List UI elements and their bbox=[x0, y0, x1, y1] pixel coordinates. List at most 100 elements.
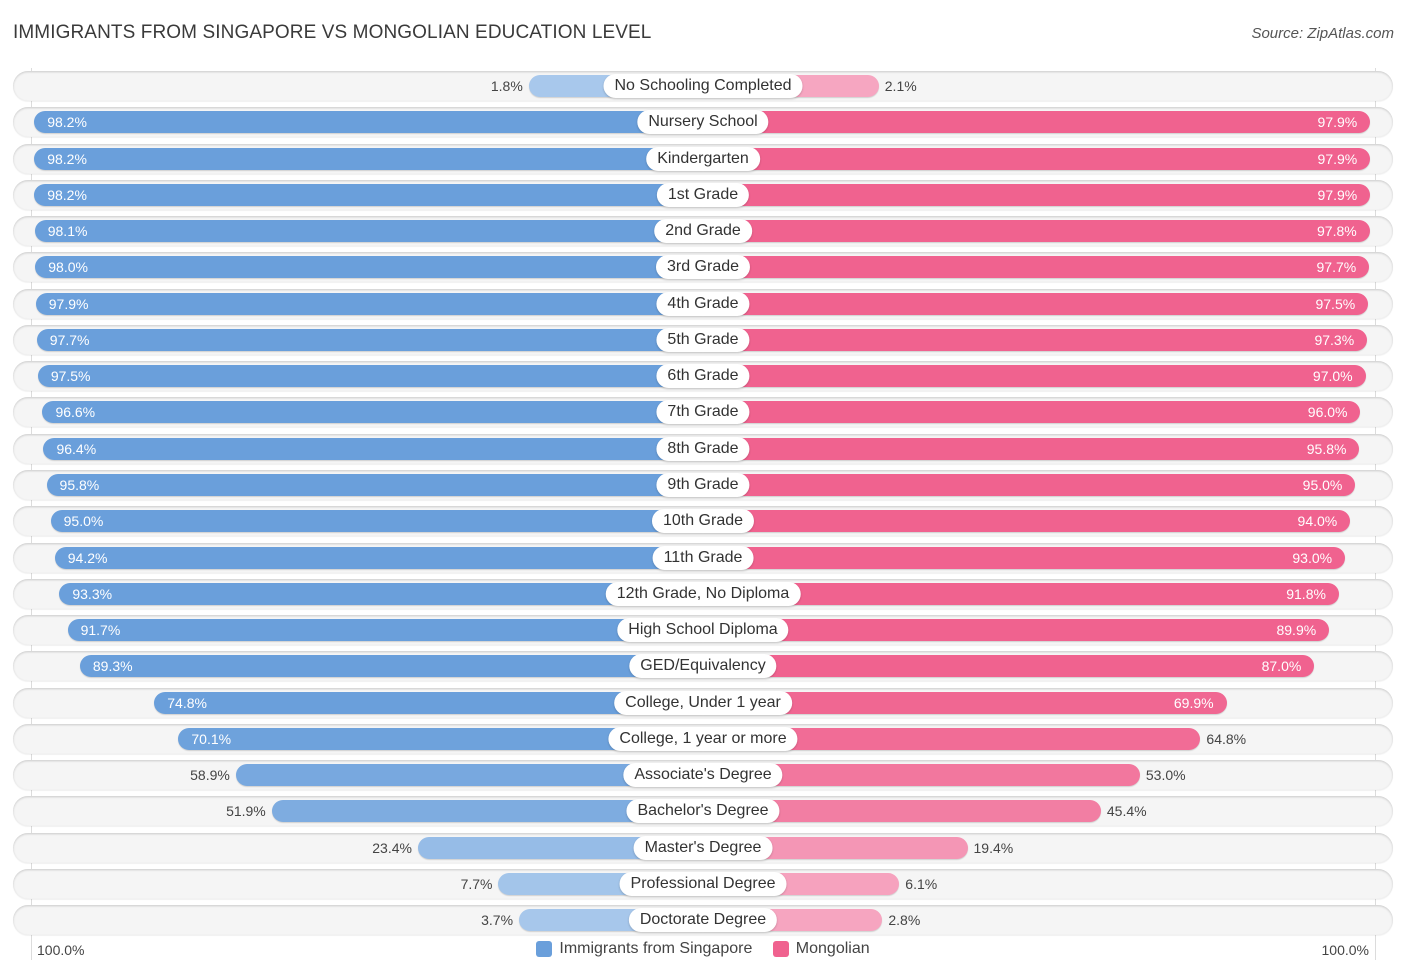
category-label: 2nd Grade bbox=[654, 219, 752, 244]
value-label-singapore: 89.3% bbox=[92, 658, 133, 675]
legend-label-mongolian: Mongolian bbox=[795, 940, 870, 957]
bar-mongolian bbox=[703, 292, 1369, 315]
category-label: College, 1 year or more bbox=[608, 726, 798, 751]
value-label-mongolian: 97.9% bbox=[1317, 114, 1358, 131]
value-label-singapore: 1.8% bbox=[490, 78, 523, 94]
value-label-singapore: 98.0% bbox=[48, 259, 88, 276]
value-label-mongolian: 97.7% bbox=[1316, 259, 1357, 276]
legend: Immigrants from Singapore Mongolian bbox=[0, 940, 1406, 962]
value-label-singapore: 98.2% bbox=[47, 114, 87, 131]
value-label-singapore: 94.2% bbox=[67, 549, 108, 566]
row-bachelor-s-degree: 51.9% 45.4% Bachelor's Degree bbox=[13, 796, 1393, 827]
category-label: Nursery School bbox=[637, 110, 769, 135]
bar-mongolian bbox=[703, 111, 1371, 134]
value-label-singapore: 7.7% bbox=[460, 875, 493, 892]
legend-item-mongolian: Mongolian bbox=[772, 940, 870, 958]
bar-singapore bbox=[67, 619, 703, 642]
value-label-singapore: 91.7% bbox=[80, 622, 121, 639]
row-4th-grade: 97.9% 97.5% 4th Grade bbox=[13, 288, 1393, 319]
value-label-mongolian: 94.0% bbox=[1297, 513, 1338, 530]
value-label-mongolian: 97.5% bbox=[1315, 295, 1356, 312]
category-label: Bachelor's Degree bbox=[626, 799, 780, 824]
value-label-mongolian: 97.9% bbox=[1317, 186, 1358, 203]
category-label: 1st Grade bbox=[656, 182, 750, 207]
category-label: Kindergarten bbox=[646, 146, 760, 171]
row-high-school-diploma: 91.7% 89.9% High School Diploma bbox=[13, 615, 1393, 646]
value-label-singapore: 3.7% bbox=[481, 912, 514, 929]
bar-singapore bbox=[50, 510, 703, 533]
row-master-s-degree: 23.4% 19.4% Master's Degree bbox=[13, 832, 1393, 863]
category-label: Master's Degree bbox=[633, 835, 773, 860]
category-label: Professional Degree bbox=[619, 871, 787, 896]
bar-singapore bbox=[34, 111, 703, 134]
category-label: 6th Grade bbox=[656, 364, 750, 389]
value-label-mongolian: 19.4% bbox=[973, 839, 1014, 856]
category-label: 7th Grade bbox=[656, 400, 750, 425]
bar-mongolian bbox=[703, 147, 1371, 170]
category-label: 4th Grade bbox=[656, 291, 750, 316]
row-college-under-1-year: 74.8% 69.9% College, Under 1 year bbox=[13, 687, 1393, 718]
value-label-singapore: 98.1% bbox=[47, 223, 88, 240]
value-label-mongolian: 2.1% bbox=[884, 78, 917, 94]
row-nursery-school: 98.2% 97.9% Nursery School bbox=[13, 107, 1393, 138]
category-label: 11th Grade bbox=[652, 545, 754, 570]
value-label-singapore: 51.9% bbox=[226, 803, 266, 820]
row-kindergarten: 98.2% 97.9% Kindergarten bbox=[13, 143, 1393, 174]
value-label-singapore: 96.4% bbox=[56, 440, 97, 457]
row-ged-equivalency: 89.3% 87.0% GED/Equivalency bbox=[13, 651, 1393, 682]
category-label: GED/Equivalency bbox=[629, 654, 777, 679]
category-label: 9th Grade bbox=[656, 472, 750, 497]
category-label: College, Under 1 year bbox=[614, 690, 792, 715]
value-label-mongolian: 95.8% bbox=[1306, 440, 1347, 457]
value-label-singapore: 95.8% bbox=[59, 476, 100, 493]
bar-mongolian bbox=[703, 437, 1360, 460]
bar-singapore bbox=[42, 401, 703, 424]
bar-mongolian bbox=[703, 256, 1370, 279]
category-label: Associate's Degree bbox=[623, 763, 783, 788]
value-label-mongolian: 95.0% bbox=[1302, 476, 1343, 493]
row-5th-grade: 97.7% 97.3% 5th Grade bbox=[13, 324, 1393, 355]
value-label-mongolian: 2.8% bbox=[888, 912, 921, 929]
value-label-mongolian: 6.1% bbox=[905, 875, 938, 892]
row-8th-grade: 96.4% 95.8% 8th Grade bbox=[13, 433, 1393, 464]
row-doctorate-degree: 3.7% 2.8% Doctorate Degree bbox=[13, 905, 1393, 936]
row-11th-grade: 94.2% 93.0% 11th Grade bbox=[13, 542, 1393, 573]
bar-singapore bbox=[43, 437, 703, 460]
bar-mongolian bbox=[703, 655, 1315, 678]
value-label-singapore: 97.7% bbox=[49, 331, 90, 348]
value-label-singapore: 95.0% bbox=[63, 513, 104, 530]
category-label: Doctorate Degree bbox=[628, 908, 778, 933]
value-label-singapore: 98.2% bbox=[47, 150, 87, 167]
value-label-mongolian: 97.0% bbox=[1312, 368, 1353, 385]
bar-mongolian bbox=[703, 365, 1366, 388]
row-9th-grade: 95.8% 95.0% 9th Grade bbox=[13, 469, 1393, 500]
bar-singapore bbox=[54, 546, 703, 569]
category-label: No Schooling Completed bbox=[603, 74, 803, 98]
row-7th-grade: 96.6% 96.0% 7th Grade bbox=[13, 397, 1393, 428]
value-label-mongolian: 93.0% bbox=[1292, 549, 1333, 566]
value-label-singapore: 93.3% bbox=[72, 585, 113, 602]
category-label: 3rd Grade bbox=[655, 255, 751, 280]
value-label-singapore: 96.6% bbox=[55, 404, 96, 421]
value-label-singapore: 23.4% bbox=[372, 839, 412, 856]
value-label-mongolian: 89.9% bbox=[1276, 622, 1317, 639]
value-label-singapore: 58.9% bbox=[190, 767, 230, 784]
bar-mongolian bbox=[703, 328, 1368, 351]
category-label: 12th Grade, No Diploma bbox=[605, 581, 801, 606]
bar-mongolian bbox=[703, 546, 1346, 569]
row-12th-grade-no-diploma: 93.3% 91.8% 12th Grade, No Diploma bbox=[13, 578, 1393, 609]
value-label-mongolian: 96.0% bbox=[1307, 404, 1348, 421]
legend-item-singapore: Immigrants from Singapore bbox=[536, 940, 752, 958]
value-label-singapore: 97.5% bbox=[50, 368, 91, 385]
legend-swatch-mongolian bbox=[772, 941, 789, 957]
bar-singapore bbox=[46, 473, 703, 496]
row-10th-grade: 95.0% 94.0% 10th Grade bbox=[13, 506, 1393, 537]
chart-rows: 1.8% 2.1% No Schooling Completed 98.2% 97.9%… bbox=[0, 0, 1406, 975]
bar-singapore bbox=[35, 292, 703, 315]
bar-singapore bbox=[34, 220, 703, 243]
bar-singapore bbox=[79, 655, 703, 678]
bar-singapore bbox=[34, 183, 703, 206]
value-label-mongolian: 87.0% bbox=[1261, 658, 1302, 675]
value-label-mongolian: 97.9% bbox=[1317, 150, 1358, 167]
row-6th-grade: 97.5% 97.0% 6th Grade bbox=[13, 361, 1393, 392]
